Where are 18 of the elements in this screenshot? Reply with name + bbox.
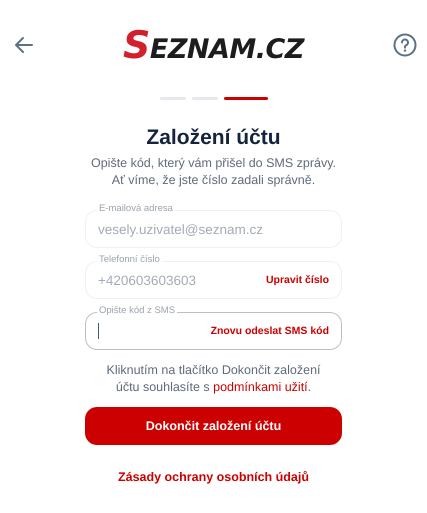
subtitle-text: Ať víme, že jste číslo zadali správně.	[110, 172, 316, 188]
field-action-link[interactable]: Upravit číslo	[266, 274, 329, 286]
field-label: Opište kód z SMS	[97, 305, 178, 317]
terms-link[interactable]: podmínkami užití	[213, 380, 308, 394]
privacy-link[interactable]: Zásady ochrany osobních údajů	[118, 470, 309, 484]
text-cursor	[98, 323, 99, 339]
subtitle-text: Opište kód, který vám přišel do SMS zprávy.	[91, 155, 336, 172]
submit-button[interactable]: Dokončit založení účtu	[85, 407, 342, 445]
field-value: vesely.uzivatel@seznam.cz	[98, 222, 264, 236]
field-action-link[interactable]: Znovu odeslat SMS kód	[210, 325, 329, 337]
back-arrow-icon	[14, 36, 34, 54]
help-button[interactable]	[390, 31, 419, 59]
terms-text: Kliknutím na tlačítko Dokončit založení účtu souhlasíte s podmínkami užití.	[106, 362, 322, 396]
help-icon	[392, 33, 417, 57]
logo: SEZNAM.CZ	[123, 23, 304, 67]
field-value: +420603603603	[98, 272, 196, 288]
page-title: Založení účtu	[146, 126, 281, 150]
back-button[interactable]	[12, 34, 36, 56]
